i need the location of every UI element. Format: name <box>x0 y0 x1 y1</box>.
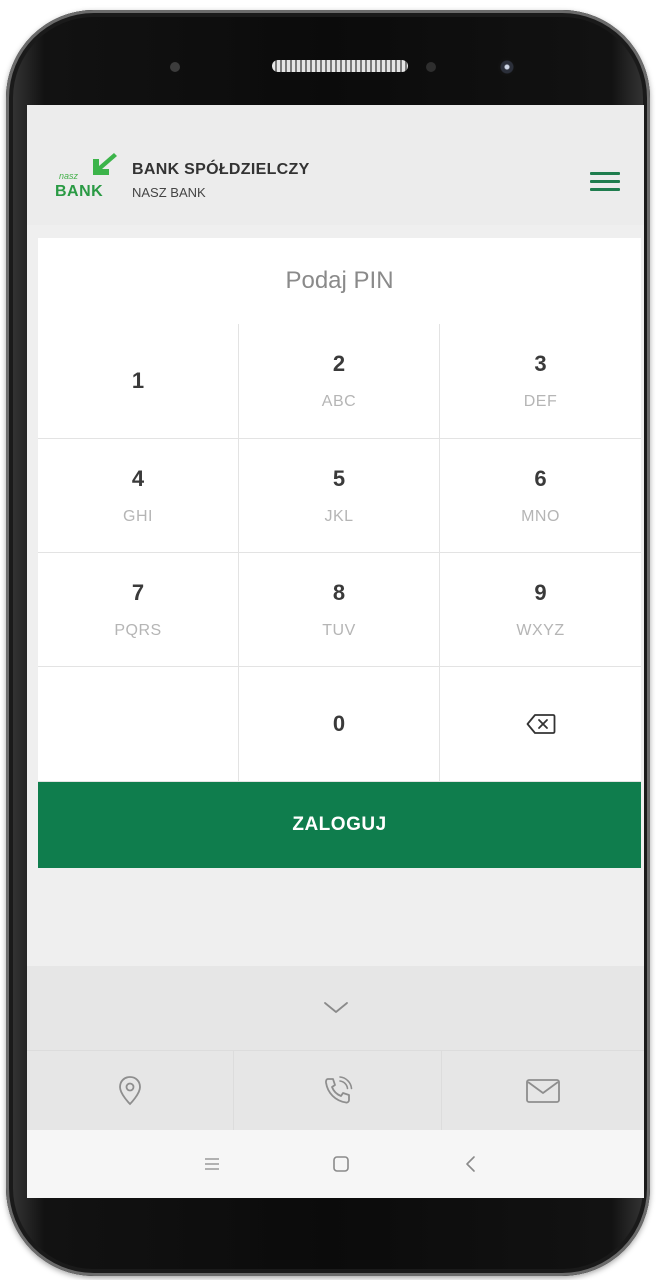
home-icon[interactable] <box>329 1152 353 1176</box>
logo-small-text: nasz <box>59 171 79 181</box>
key-digit: 9 <box>534 579 547 605</box>
key-letters: MNO <box>521 507 560 525</box>
contact-bar <box>27 1050 644 1131</box>
key-4[interactable]: 4 GHI <box>38 439 239 553</box>
location-button[interactable] <box>27 1051 234 1131</box>
key-digit: 5 <box>332 465 346 491</box>
pin-title: Podaj PIN <box>285 267 394 294</box>
logo-bank-text: BANK <box>55 183 104 200</box>
key-letters: PQRS <box>114 621 162 639</box>
pin-keypad: 1 2 ABC 3 DEF 4 GHI 5 JKL 6 MNO 7 PQRS 8… <box>38 324 641 782</box>
logo-arrow-icon <box>93 153 117 175</box>
light-sensor <box>426 62 436 72</box>
key-letters: JKL <box>324 507 354 525</box>
key-digit: 1 <box>131 368 145 393</box>
key-2[interactable]: 2 ABC <box>239 324 440 439</box>
chevron-down-icon <box>323 1002 348 1013</box>
hamburger-menu-icon[interactable] <box>590 169 620 193</box>
backspace-icon <box>526 714 555 734</box>
phone-top-hardware <box>0 0 656 110</box>
key-6[interactable]: 6 MNO <box>440 439 641 553</box>
earpiece-speaker <box>272 60 408 72</box>
key-0[interactable]: 0 <box>239 667 440 782</box>
key-digit: 0 <box>332 711 346 736</box>
key-8[interactable]: 8 TUV <box>239 553 440 667</box>
key-empty <box>38 667 239 782</box>
phone-button[interactable] <box>234 1051 442 1131</box>
back-icon[interactable] <box>459 1152 483 1176</box>
app-header: nasz BANK BANK SPÓŁDZIELCZY NASZ BANK <box>27 105 644 225</box>
bank-name: BANK SPÓŁDZIELCZY <box>132 161 310 178</box>
expand-toggle[interactable] <box>27 966 644 1050</box>
bank-logo: nasz BANK <box>55 151 123 205</box>
phone-icon <box>324 1076 352 1104</box>
key-digit: 7 <box>131 579 145 605</box>
front-camera <box>498 58 516 76</box>
key-letters: ABC <box>321 393 357 410</box>
key-letters: TUV <box>322 621 356 639</box>
key-digit: 8 <box>332 579 346 605</box>
android-nav-bar <box>27 1130 644 1198</box>
key-1[interactable]: 1 <box>38 324 239 439</box>
key-digit: 4 <box>131 465 145 491</box>
key-letters: DEF <box>523 393 558 410</box>
proximity-sensor <box>170 62 180 72</box>
login-button[interactable]: ZALOGUJ <box>38 782 641 868</box>
mail-button[interactable] <box>442 1051 644 1131</box>
key-7[interactable]: 7 PQRS <box>38 553 239 667</box>
key-digit: 2 <box>332 351 346 376</box>
login-button-label: ZALOGUJ <box>292 814 387 835</box>
pin-prompt: Podaj PIN <box>38 238 641 325</box>
key-9[interactable]: 9 WXYZ <box>440 553 641 667</box>
backspace-button[interactable] <box>440 667 641 782</box>
key-letters: GHI <box>123 507 153 525</box>
key-5[interactable]: 5 JKL <box>239 439 440 553</box>
key-digit: 6 <box>534 465 547 491</box>
app-screen: nasz BANK BANK SPÓŁDZIELCZY NASZ BANK Po… <box>27 105 644 1198</box>
bank-subtitle: NASZ BANK <box>132 185 206 200</box>
mail-icon <box>526 1079 560 1103</box>
key-digit: 3 <box>534 351 547 376</box>
location-pin-icon <box>119 1076 141 1106</box>
recent-apps-icon[interactable] <box>200 1152 224 1176</box>
key-letters: WXYZ <box>516 621 565 639</box>
key-3[interactable]: 3 DEF <box>440 324 641 439</box>
